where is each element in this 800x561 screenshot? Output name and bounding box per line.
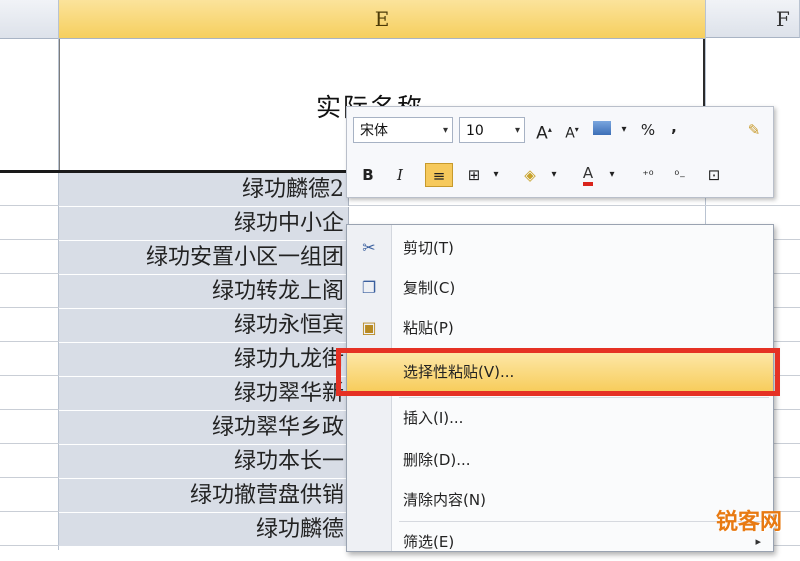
cell-e[interactable]: 绿功九龙街 [59,343,349,376]
bold-button[interactable]: B [357,163,379,187]
copy-icon: ❐ [361,278,377,297]
paste-icon: ▣ [361,318,377,337]
grow-font-button[interactable]: A▴ [533,118,555,144]
mini-toolbar: 宋体 ▾ 10 ▾ A▴ A▾ ▾ % , ✎ B I ≡ ⊞ ▾ ◈ ▾ A ▾ … [346,106,774,198]
menu-item-copy[interactable]: ❐ 复制(C) [347,269,773,307]
menu-item-label: 筛选(E) [403,533,455,551]
borders-icon: ⊞ [467,166,481,184]
merge-cells-button[interactable]: ⊡ [703,163,725,187]
increase-decimal-button[interactable]: ⁺⁰ [637,163,659,187]
cell-e[interactable]: 绿功本长一 [59,445,349,478]
font-color-button[interactable]: A [577,161,599,186]
cell-e[interactable]: 绿功永恒宾 [59,309,349,342]
brush-icon: ✎ [747,121,761,139]
italic-button[interactable]: I [389,163,411,187]
cell-e[interactable]: 绿功撤营盘供销 [59,479,349,512]
menu-item-label: 复制(C) [403,279,456,297]
cell-e[interactable]: 绿功安置小区一组团 [59,241,349,274]
merge-icon: ⊡ [707,166,721,184]
column-header-f[interactable]: F [706,0,800,38]
decrease-decimal-icon: ⁰₋ [674,168,686,182]
cell-e[interactable]: 绿功翠华乡政 [59,411,349,444]
watermark-logo: 锐客网 [715,510,782,535]
menu-item-insert[interactable]: 插入(I)... [347,399,773,437]
column-header-e[interactable]: E [59,0,706,39]
chevron-down-icon: ▾ [514,125,520,136]
font-size-select[interactable]: 10 ▾ [459,117,525,143]
menu-separator [399,397,769,398]
center-align-button[interactable]: ≡ [425,163,453,187]
menu-item-label: 插入(I)... [403,409,464,427]
cell-e[interactable]: 绿功麟德2 [59,173,349,206]
menu-item-filter[interactable]: 筛选(E) ▸ [347,523,773,561]
align-center-icon: ≡ [432,167,446,185]
chevron-down-icon[interactable]: ▾ [485,163,507,187]
chevron-down-icon: ▾ [442,125,448,136]
chevron-down-icon[interactable]: ▾ [601,163,623,187]
menu-item-label: 删除(D)... [403,451,471,469]
menu-item-delete[interactable]: 删除(D)... [347,441,773,479]
number-format-icon [593,121,611,135]
cell-e[interactable]: 绿功麟德 [59,513,349,546]
comma-style-button[interactable]: , [663,115,685,139]
menu-separator [399,521,769,522]
format-painter-button[interactable]: ✎ [743,118,765,142]
borders-button[interactable]: ⊞ [463,163,485,187]
decrease-decimal-button[interactable]: ⁰₋ [669,163,691,187]
cell-e[interactable]: 绿功翠华新 [59,377,349,410]
paint-bucket-icon: ◈ [524,166,536,184]
scissors-icon: ✂ [362,238,376,257]
menu-item-clear-contents[interactable]: 清除内容(N) [347,481,773,519]
cell-e[interactable]: 绿功转龙上阁 [59,275,349,308]
select-all-corner[interactable] [0,0,59,39]
menu-item-paste[interactable]: ▣ 粘贴(P) [347,309,773,347]
fill-color-button[interactable]: ◈ [519,163,541,187]
number-format-button[interactable] [591,118,613,142]
menu-item-label: 粘贴(P) [403,319,454,337]
font-name-select[interactable]: 宋体 ▾ [353,117,453,143]
chevron-down-icon[interactable]: ▾ [543,163,565,187]
menu-item-label: 剪切(T) [403,239,454,257]
chevron-down-icon[interactable]: ▾ [613,118,635,142]
menu-item-label: 清除内容(N) [403,491,486,509]
highlight-annotation-box [336,348,780,396]
increase-decimal-icon: ⁺⁰ [642,168,654,182]
shrink-font-button[interactable]: A▾ [561,118,583,142]
percent-button[interactable]: % [637,118,659,142]
menu-item-cut[interactable]: ✂ 剪切(T) [347,229,773,267]
cell-e[interactable]: 绿功中小企 [59,207,349,240]
